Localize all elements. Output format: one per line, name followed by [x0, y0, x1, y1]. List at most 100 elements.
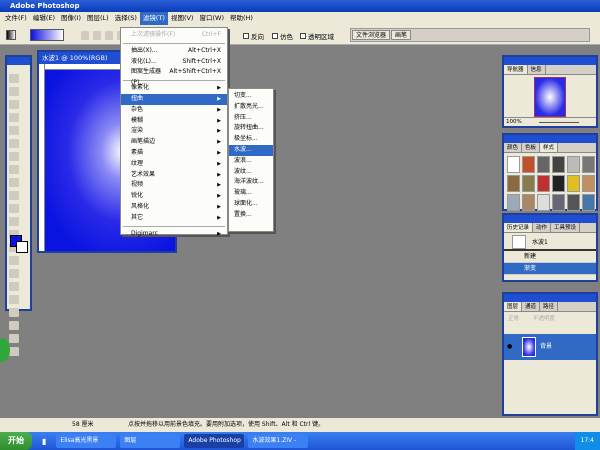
style-swatch[interactable] — [582, 156, 595, 173]
distort-submenu-item[interactable]: 波纹... — [229, 167, 273, 178]
style-swatch[interactable] — [537, 156, 550, 173]
style-swatch[interactable] — [507, 156, 520, 173]
stamp-tool-icon[interactable] — [9, 178, 19, 187]
style-swatch[interactable] — [507, 194, 520, 211]
healing-tool-icon[interactable] — [9, 152, 19, 161]
navigator-thumbnail[interactable] — [534, 77, 566, 117]
filter-menu-item[interactable]: 像素化 ▶ — [121, 83, 227, 94]
tab-channels[interactable]: 通道 — [522, 302, 541, 311]
tab-file-browser[interactable]: 文件浏览器 — [352, 30, 391, 40]
tab-layers[interactable]: 图层 — [504, 302, 523, 311]
taskbar-item[interactable]: 图层 — [120, 434, 181, 448]
style-swatch[interactable] — [552, 156, 565, 173]
distort-submenu-item[interactable]: 挤压... — [229, 113, 273, 124]
style-swatch[interactable] — [567, 194, 580, 211]
style-swatch[interactable] — [552, 194, 565, 211]
tab-brushes[interactable]: 画笔 — [391, 30, 412, 40]
crop-tool-icon[interactable] — [9, 126, 19, 135]
taskbar-item[interactable]: Adobe Photoshop — [184, 434, 245, 448]
zoom-value[interactable]: 100% — [506, 119, 522, 125]
menu-8[interactable]: 帮助(H) — [227, 12, 256, 25]
show-desktop-icon[interactable]: ▮ — [42, 437, 46, 446]
distort-submenu-item[interactable]: 切变... — [229, 91, 273, 102]
filter-menu-item[interactable]: 模糊 ▶ — [121, 116, 227, 127]
eraser-tool-icon[interactable] — [9, 204, 19, 213]
distort-submenu-item[interactable]: 波浪... — [229, 156, 273, 167]
path-select-tool-icon[interactable] — [9, 256, 19, 265]
menu-4[interactable]: 选择(S) — [112, 12, 140, 25]
gradient-picker[interactable] — [30, 29, 64, 41]
style-swatch[interactable] — [567, 175, 580, 192]
style-swatch[interactable] — [552, 175, 565, 192]
filter-menu-item[interactable]: 视频 ▶ — [121, 180, 227, 191]
menu-3[interactable]: 图层(L) — [84, 12, 112, 25]
radial-gradient-button[interactable] — [93, 31, 101, 40]
distort-submenu-item[interactable]: 玻璃... — [229, 188, 273, 199]
style-swatch[interactable] — [522, 194, 535, 211]
marquee-tool-icon[interactable] — [9, 74, 19, 83]
angle-gradient-button[interactable] — [105, 31, 113, 40]
reverse-checkbox[interactable]: 反向 — [243, 31, 264, 41]
filter-menu-item[interactable]: 锐化 ▶ — [121, 191, 227, 202]
filter-menu-item[interactable]: 渲染 ▶ — [121, 126, 227, 137]
start-button[interactable]: 开始 — [0, 432, 32, 450]
filter-menu-item[interactable]: 杂色 ▶ — [121, 105, 227, 116]
distort-submenu-item[interactable]: 旋转扭曲... — [229, 123, 273, 134]
brush-tool-icon[interactable] — [9, 165, 19, 174]
tab-actions[interactable]: 动作 — [533, 223, 552, 232]
taskbar-item[interactable]: 水波效果1.ZIV - — [248, 434, 309, 448]
filter-menu-item[interactable]: 纹理 ▶ — [121, 159, 227, 170]
shape-tool-icon[interactable] — [9, 295, 19, 304]
move-tool-icon[interactable] — [9, 87, 19, 96]
zoom-slider[interactable] — [539, 122, 579, 123]
filter-menu-item[interactable]: 图案生成器(P)... Alt+Shift+Ctrl+X — [121, 67, 227, 86]
slice-tool-icon[interactable] — [9, 139, 19, 148]
opacity-label[interactable]: 不透明度 — [533, 314, 555, 322]
tab-styles[interactable]: 样式 — [540, 143, 559, 152]
doc-size[interactable]: 58 厘米 — [72, 418, 94, 432]
style-swatch[interactable] — [522, 175, 535, 192]
distort-submenu-item[interactable]: 球面化... — [229, 199, 273, 210]
tab-history[interactable]: 历史记录 — [504, 223, 534, 232]
taskbar-item[interactable]: Elisa高光黑景 — [56, 434, 117, 448]
type-tool-icon[interactable] — [9, 269, 19, 278]
filter-menu-item[interactable]: 画笔描边 ▶ — [121, 137, 227, 148]
history-snapshot[interactable]: 水波1 — [504, 233, 596, 251]
style-swatch[interactable] — [507, 175, 520, 192]
tab-swatches[interactable]: 色板 — [522, 143, 541, 152]
style-swatch[interactable] — [537, 194, 550, 211]
pen-tool-icon[interactable] — [9, 282, 19, 291]
layer-row[interactable]: ● 背景 — [504, 334, 596, 360]
style-swatch[interactable] — [522, 156, 535, 173]
gradient-tool-icon[interactable] — [6, 30, 16, 40]
menu-1[interactable]: 编辑(E) — [30, 12, 58, 25]
style-swatch[interactable] — [537, 175, 550, 192]
menu-2[interactable]: 图像(I) — [58, 12, 84, 25]
background-color[interactable] — [16, 241, 28, 253]
filter-menu-item[interactable]: 扭曲 ▶ — [121, 93, 227, 105]
filter-menu-item[interactable]: 艺术效果 ▶ — [121, 170, 227, 181]
filter-menu-item[interactable]: Digimarc ▶ — [121, 229, 227, 240]
tab-color[interactable]: 颜色 — [504, 143, 523, 152]
distort-submenu-item[interactable]: 置换... — [229, 210, 273, 221]
style-swatch[interactable] — [567, 156, 580, 173]
magic-wand-tool-icon[interactable] — [9, 113, 19, 122]
hand-tool-icon[interactable] — [9, 334, 19, 343]
distort-submenu-item[interactable]: 极坐标... — [229, 134, 273, 145]
menu-7[interactable]: 窗口(W) — [196, 12, 227, 25]
filter-menu-item[interactable]: 其它 ▶ — [121, 213, 227, 224]
style-swatch[interactable] — [582, 175, 595, 192]
distort-submenu-item[interactable]: 扩散亮光... — [229, 102, 273, 113]
linear-gradient-button[interactable] — [81, 31, 89, 40]
menu-6[interactable]: 视图(V) — [168, 12, 197, 25]
style-swatch[interactable] — [582, 194, 595, 211]
blend-mode-select[interactable]: 正常 — [508, 314, 519, 322]
transparency-checkbox[interactable]: 透明区域 — [300, 31, 334, 41]
notes-tool-icon[interactable] — [9, 308, 19, 317]
menu-5[interactable]: 滤镜(T) — [139, 12, 168, 25]
history-item[interactable]: 渐变 — [504, 263, 596, 275]
tab-navigator[interactable]: 导航器 — [504, 65, 528, 74]
filter-menu-item[interactable]: 液化(L)... Shift+Ctrl+X — [121, 57, 227, 68]
dither-checkbox[interactable]: 仿色 — [272, 31, 293, 41]
menu-0[interactable]: 文件(F) — [2, 12, 30, 25]
